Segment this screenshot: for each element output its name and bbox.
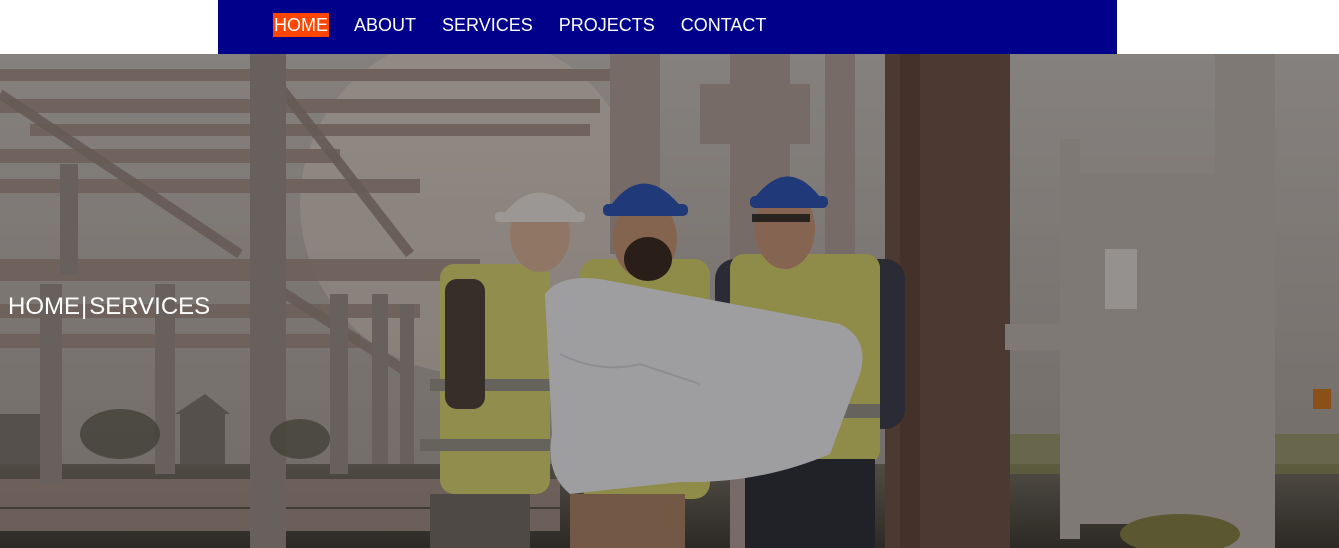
breadcrumb-home-link[interactable]: HOME (8, 292, 80, 322)
nav-contact-link[interactable]: CONTACT (680, 13, 768, 37)
nav-about-link[interactable]: ABOUT (353, 13, 417, 37)
breadcrumb-current-page: SERVICES (89, 293, 211, 320)
nav-projects-link[interactable]: PROJECTS (558, 13, 656, 37)
nav-services-link[interactable]: SERVICES (441, 13, 534, 37)
nav-home-link[interactable]: HOME (273, 13, 329, 37)
breadcrumb: HOME | SERVICES (8, 292, 210, 322)
breadcrumb-separator: | (81, 293, 88, 320)
nav-list: HOME ABOUT SERVICES PROJECTS CONTACT (273, 13, 767, 37)
hero-banner: HOME | SERVICES (0, 54, 1339, 548)
main-navbar: HOME ABOUT SERVICES PROJECTS CONTACT (218, 0, 1117, 54)
